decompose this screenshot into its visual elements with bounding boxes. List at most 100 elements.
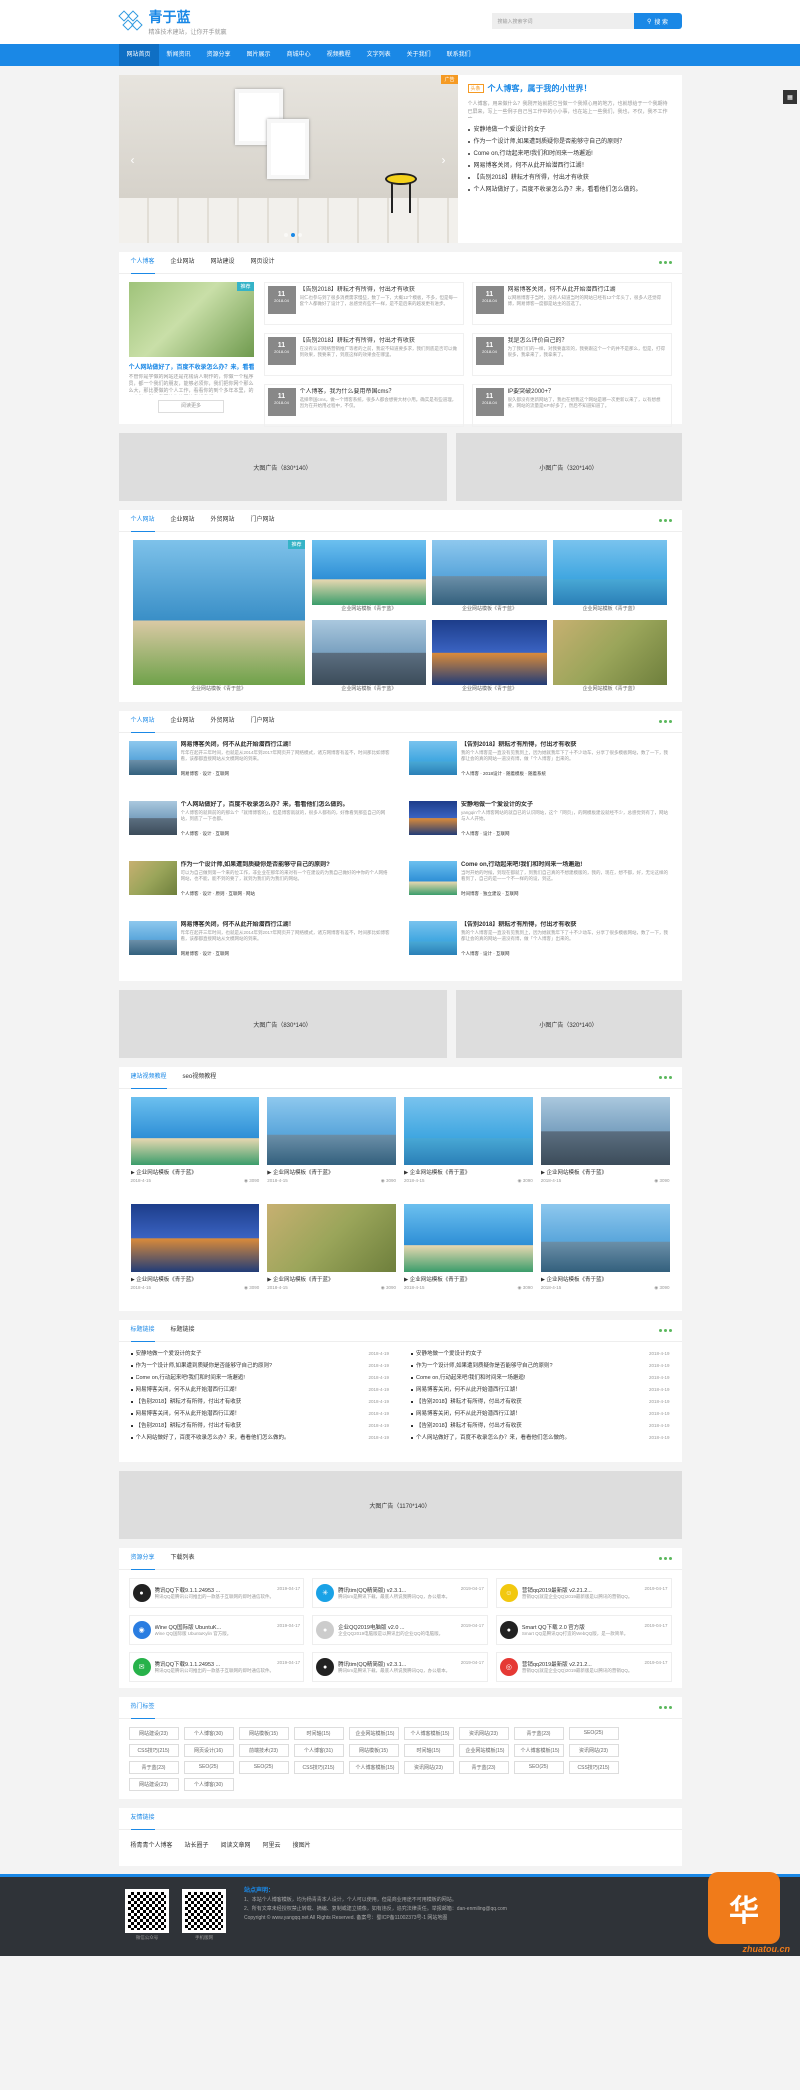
article-thumbnail[interactable] [128,801,177,835]
nav-item[interactable]: 关于我们 [399,44,439,66]
list-title[interactable]: Come on,行动起来吧!我们和时间来一场邂逅! [136,1372,346,1384]
article-thumbnail[interactable] [128,861,177,895]
site-logo[interactable]: 青于蓝 精准技术建站，让你开手就赢 [117,8,227,36]
gallery-tab[interactable]: 个人网站 [130,510,155,532]
tag-item[interactable]: 个人博客模板(15) [348,1761,399,1774]
resource-item[interactable]: ◎ 营销qq2019最新版 v2.21.2... 2019-04-17 营销QQ(就是… [495,1652,672,1682]
list-title[interactable]: 作为一个设计师,如果遭到质疑你是否能够守自己的原则? [416,1360,626,1372]
list-title[interactable]: 作为一个设计师,如果遭到质疑你是否能够守自己的原则? [136,1360,346,1372]
resource-title[interactable]: Wine QQ国际版 UbuntuK... [155,1623,222,1631]
video-caption[interactable]: ▶ 企业网站模板《青于蓝》 [404,1275,533,1283]
blog-item[interactable]: 11 2018-04 【告别2018】耕耘才有所得，付出才有收获 同仁也参与到了很多消… [263,282,464,325]
friend-link[interactable]: 站长圈子 [185,1840,209,1856]
tag-item[interactable]: 时间轴(15) [403,1744,454,1757]
tag-item[interactable]: 青于蓝(23) [513,1727,564,1740]
tag-item[interactable]: 个人博客(30) [183,1727,234,1740]
list-title[interactable]: 网易博客关闭，何不从此开始潜西行江湖！ [416,1384,626,1396]
video-thumbnail[interactable] [267,1204,396,1272]
list-row[interactable]: 安静地做一个爱设计的女子 2018-4-19 [130,1348,389,1360]
blog-item[interactable]: 11 2018-04 个人博客，我为什么要用帝国cms？ 选择帝国cms，做一个博客系… [263,384,464,427]
article-title[interactable]: 【告别2018】耕耘才有所得，付出才有收获 [461,741,672,750]
resource-item[interactable]: ● 企业QQ2019电脑版 v2.0 ... 2019-04-17 企业QQ2019电… [312,1615,488,1645]
video-thumbnail[interactable] [540,1097,670,1165]
tag-item[interactable]: 网站建设(23) [128,1727,179,1740]
blog-item[interactable]: 11 2018-04 IP要突破2000+？ 很久都没有更新网站了，我也在想我这个网站… [471,384,672,427]
list-title[interactable]: 个人网站做好了，百度不收录怎么办？来，看看他们怎么做的。 [136,1432,346,1444]
gallery-item[interactable]: 企业网站模板《青于蓝》 [432,540,547,614]
video-item[interactable]: ▶ 企业网站模板《青于蓝》 2018-4-15 ◉ 3090 [404,1097,533,1196]
search-input[interactable]: 搜输入搜索字词 [491,13,634,29]
more-icon[interactable] [658,1329,672,1332]
blog-item-title[interactable]: 我是怎么评价自己的？ [508,337,668,346]
list-title[interactable]: 网易博客关闭，何不从此开始潜西行江湖！ [136,1384,346,1396]
tag-item[interactable]: SEO(25) [568,1727,619,1740]
article-title[interactable]: 网易博客关闭，何不从此开始潜西行江湖！ [181,921,392,930]
headline-link[interactable]: 安静地做一个爱设计的女子 [467,124,672,136]
headline-link[interactable]: 【告别2018】耕耘才有所得，付出才有收获 [467,172,672,184]
resource-item[interactable]: ◉ Wine QQ国际版 UbuntuK... 2019-04-17 Wine QQ国… [128,1615,305,1645]
slider-prev-icon[interactable]: ‹ [131,153,135,167]
tag-item[interactable]: 时间轴(15) [293,1727,344,1740]
gallery-item[interactable]: 企业网站模板《青于蓝》 [311,620,427,694]
list-title[interactable]: 安静地做一个爱设计的女子 [416,1348,626,1360]
article-title[interactable]: 个人网站做好了，百度不收录怎么办？来，看看他们怎么做的。 [181,801,392,810]
featured-post-title[interactable]: 个人网站做好了，百度不收录怎么办？来，看看他们怎么做的。 [129,362,254,371]
tag-item[interactable]: 网站模板(15) [348,1744,399,1757]
tag-item[interactable]: 个人博客(30) [183,1778,234,1791]
article-title[interactable]: 安静地做一个爱设计的女子 [461,801,672,810]
resource-item[interactable]: ✳ 腾讯tim(QQ精简版) v2.3.1... 2019-04-17 腾讯tim是腾… [312,1578,488,1608]
tag-item[interactable]: CSS技巧(215) [568,1761,619,1774]
list-row[interactable]: 个人网站做好了，百度不收录怎么办？来，看看他们怎么做的。 2018-4-19 [411,1432,670,1444]
resource-item[interactable]: ☺ 营销qq2019最新版 v2.21.2... 2019-04-17 营销QQ(就是… [495,1578,672,1608]
grid-icon[interactable]: ▦ [783,90,797,104]
video-caption[interactable]: ▶ 企业网站模板《青于蓝》 [267,1168,396,1176]
video-item[interactable]: ▶ 企业网站模板《青于蓝》 2018-4-15 ◉ 3090 [404,1204,533,1303]
tag-item[interactable]: 企业网站模板(15) [458,1744,509,1757]
video-caption[interactable]: ▶ 企业网站模板《青于蓝》 [541,1275,670,1283]
gallery-tab[interactable]: 外贸网站 [211,510,235,531]
tag-item[interactable]: 青于蓝(23) [128,1761,179,1774]
tag-item[interactable]: 个人博客模板(15) [513,1744,564,1757]
resource-item[interactable]: ● Smart QQ下载 2.0 官方版 2019-04-17 Smart QQ是腾讯… [495,1615,672,1645]
friend-link[interactable]: 搜图片 [293,1840,311,1856]
big-ad[interactable]: 大图广告（830*140） [118,433,447,501]
list-tab[interactable]: 标题链接 [171,1320,195,1341]
list-row[interactable]: Come on,行动起来吧!我们和时间来一场邂逅! 2018-4-19 [411,1372,670,1384]
article-thumbnail[interactable] [409,921,457,955]
list-row[interactable]: 【告别2018】耕耘才有所得，付出才有收获 2018-4-19 [411,1420,670,1432]
list-title[interactable]: 【告别2018】耕耘才有所得，付出才有收获 [416,1420,626,1432]
resource-item[interactable]: ✉ 腾讯QQ下载9.1.1.24953 ... 2019-04-17 腾讯QQ是腾讯公… [128,1652,305,1682]
video-item[interactable]: ▶ 企业网站模板《青于蓝》 2018-4-15 ◉ 3090 [267,1204,396,1303]
gallery-item[interactable]: 企业网站模板《青于蓝》 [432,620,547,694]
article-thumbnail[interactable] [409,801,457,835]
tag-item[interactable]: 个人博客(31) [293,1744,344,1757]
more-icon[interactable] [658,261,672,264]
gallery-item[interactable]: 企业网站模板《青于蓝》 [311,540,427,614]
article-item[interactable]: 个人网站做好了，百度不收录怎么办？来，看看他们怎么做的。 个人博客的就目前的的那么… [128,801,392,855]
articles-tab[interactable]: 企业网站 [171,711,195,732]
article-item[interactable]: 网易博客关闭，何不从此开始潜西行江湖！ 昨年在起开三年时间，也就是从2014年到2… [128,921,392,975]
headline-link[interactable]: 作为一个设计师,如果遭到质疑你是否能够守自己的原则？ [467,136,672,148]
gallery-item[interactable]: 企业网站模板《青于蓝》 [552,540,668,614]
read-more-button[interactable]: 阅读更多 [158,400,224,413]
headline-link[interactable]: Come on,行动起来吧!我们和时间来一场邂逅! [467,148,672,160]
tag-item[interactable]: 企业网站模板(15) [348,1727,399,1740]
video-caption[interactable]: ▶ 企业网站模板《青于蓝》 [541,1168,670,1176]
blog-tab[interactable]: 网站建设 [211,252,235,273]
video-caption[interactable]: ▶ 企业网站模板《青于蓝》 [131,1275,260,1283]
tag-item[interactable]: 前端技术(23) [238,1744,289,1757]
video-item[interactable]: ▶ 企业网站模板《青于蓝》 2018-4-15 ◉ 3090 [130,1204,260,1303]
article-item[interactable]: Come on,行动起来吧!我们和时间来一场邂逅! 当时开始的时候，到现在都就了，… [409,861,672,915]
nav-item[interactable]: 资源分享 [199,44,239,66]
list-row[interactable]: 网易博客关闭，何不从此开始潜西行江湖！ 2018-4-19 [130,1384,389,1396]
blog-item-title[interactable]: 个人博客，我为什么要用帝国cms？ [300,388,460,397]
articles-tab[interactable]: 外贸网站 [211,711,235,732]
tag-item[interactable]: 网页设计(16) [183,1744,234,1757]
video-item[interactable]: ▶ 企业网站模板《青于蓝》 2018-4-15 ◉ 3090 [540,1204,670,1303]
article-item[interactable]: 【告别2018】耕耘才有所得，付出才有收获 我的个人博客是一直没有见我到上，因为她… [409,741,672,795]
blog-item[interactable]: 11 2018-04 【告别2018】耕耘才有所得，付出才有收获 在没有认识网络营销推… [263,333,464,376]
tag-item[interactable]: SEO(25) [183,1761,234,1774]
article-thumbnail[interactable] [128,921,177,955]
more-icon[interactable] [658,519,672,522]
video-item[interactable]: ▶ 企业网站模板《青于蓝》 2018-4-15 ◉ 3090 [130,1097,260,1196]
